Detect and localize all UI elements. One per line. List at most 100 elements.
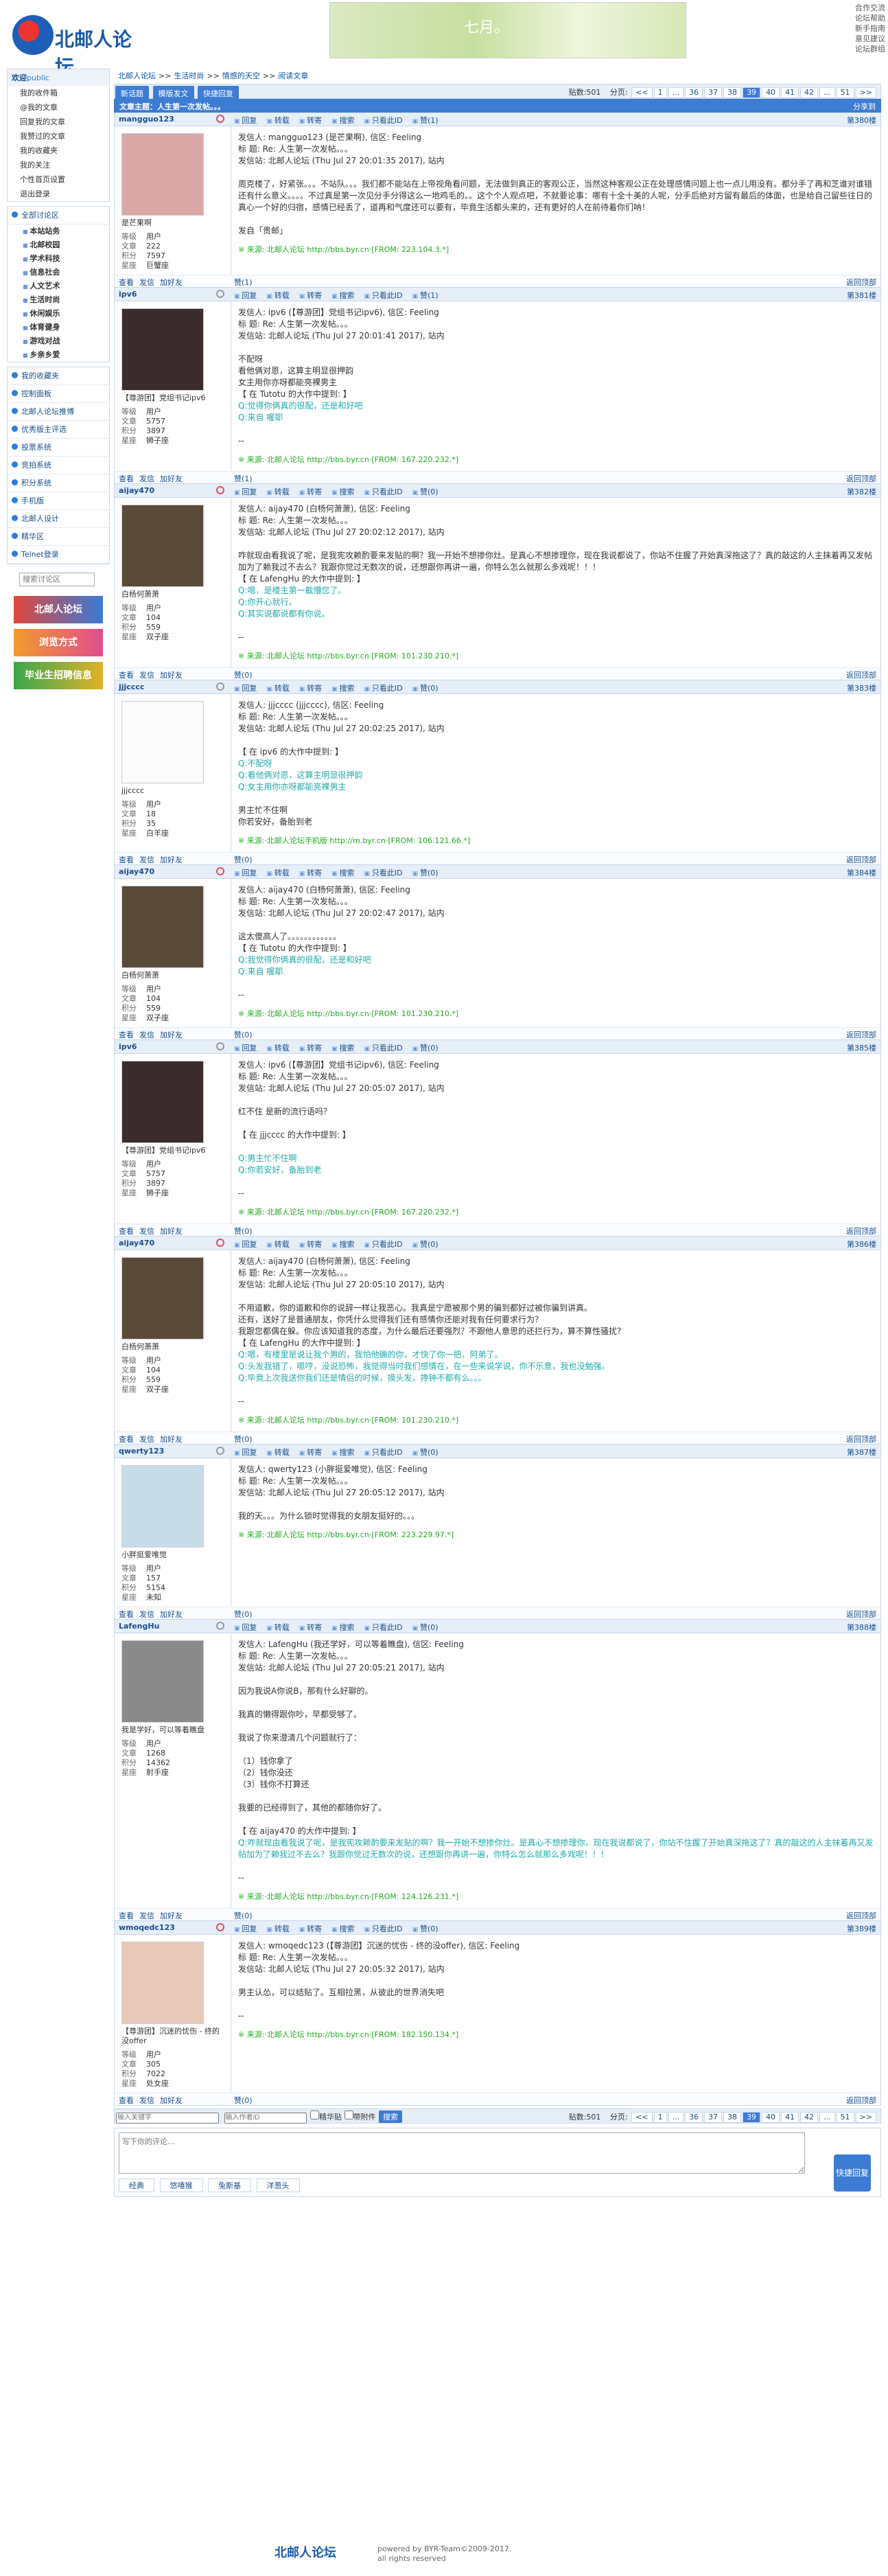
sidebar-group-item[interactable]: 手机版 (8, 492, 109, 510)
post-action-0[interactable]: 回复 (234, 869, 257, 877)
author-action[interactable]: 加好友 (160, 1031, 183, 1039)
section-link[interactable]: 学术科技 (8, 252, 109, 266)
avatar[interactable] (121, 308, 204, 391)
post-action-3[interactable]: 搜索 (331, 1240, 354, 1249)
all-sections[interactable]: 全部讨论区 (8, 207, 109, 225)
emoticon-tab[interactable]: 兔斯基 (208, 2178, 251, 2192)
post-action-1[interactable]: 转载 (266, 1448, 289, 1457)
author-action[interactable]: 发信 (139, 1031, 154, 1039)
post-action-3[interactable]: 搜索 (331, 291, 354, 300)
emoticon-tab[interactable]: 洋葱头 (256, 2178, 300, 2192)
page-link[interactable]: 41 (781, 87, 799, 98)
post-action-4[interactable]: 只看此ID (364, 291, 403, 300)
sidebar-group-item[interactable]: 我的收藏夹 (8, 367, 109, 385)
post-action-2[interactable]: 转寄 (299, 291, 322, 300)
post-action-1[interactable]: 转载 (266, 116, 289, 125)
digest-checkbox[interactable] (310, 2111, 319, 2119)
ad-banner-2[interactable]: 浏览方式 (14, 629, 103, 656)
page-link[interactable]: 40 (762, 2112, 780, 2123)
post-action-0[interactable]: 回复 (234, 291, 257, 300)
post-action-2[interactable]: 转寄 (299, 1448, 322, 1457)
post-action-5[interactable]: 赞(0) (412, 684, 439, 693)
section-link[interactable]: 生活时尚 (8, 293, 109, 307)
author-id-input[interactable] (224, 2112, 307, 2124)
section-link[interactable]: 游戏对战 (8, 334, 109, 348)
top-link[interactable]: 新手指南 (845, 23, 885, 34)
floor-number[interactable]: 第383楼 (847, 682, 876, 693)
post-action-4[interactable]: 只看此ID (364, 869, 403, 877)
submit-reply-button[interactable]: 快捷回复 (834, 2154, 871, 2192)
back-to-top-link[interactable]: 返回顶部 (846, 1434, 876, 1445)
attachment-checkbox[interactable] (344, 2111, 353, 2119)
floor-number[interactable]: 第384楼 (847, 867, 876, 878)
back-to-top-link[interactable]: 返回顶部 (846, 2095, 876, 2106)
avatar[interactable] (121, 1640, 204, 1723)
like-count[interactable]: 赞(0) (234, 1609, 253, 1620)
post-action-3[interactable]: 搜索 (331, 1044, 354, 1053)
share-label[interactable]: 分享到 (853, 101, 876, 112)
post-action-1[interactable]: 转载 (266, 869, 289, 877)
avatar[interactable] (121, 1942, 204, 2024)
post-action-2[interactable]: 转寄 (299, 116, 322, 125)
post-action-5[interactable]: 赞(1) (412, 291, 439, 300)
page-link[interactable]: 51 (836, 87, 854, 98)
emoticon-tab[interactable]: 悠嘻猴 (159, 2178, 203, 2192)
floor-number[interactable]: 第386楼 (847, 1239, 876, 1250)
user-link[interactable]: 退出登录 (8, 187, 109, 201)
post-action-3[interactable]: 搜索 (331, 1448, 354, 1457)
author-action[interactable]: 发信 (139, 474, 154, 483)
post-action-2[interactable]: 转寄 (299, 1924, 322, 1933)
sidebar-group-item[interactable]: 竞拍系统 (8, 457, 109, 474)
post-action-5[interactable]: 赞(0) (412, 869, 439, 877)
post-action-5[interactable]: 赞(1) (412, 116, 439, 125)
like-count[interactable]: 赞(0) (234, 1226, 253, 1237)
sidebar-group-item[interactable]: 精华区 (8, 528, 109, 546)
author-action[interactable]: 查看 (119, 1227, 134, 1236)
page-link[interactable]: 39 (743, 87, 761, 98)
page-link[interactable]: << (631, 2112, 653, 2123)
reply-textarea[interactable] (119, 2132, 805, 2174)
top-banner[interactable]: 七月。 (329, 2, 686, 58)
author-action[interactable]: 查看 (119, 1435, 134, 1444)
avatar[interactable] (121, 505, 204, 587)
post-action-4[interactable]: 只看此ID (364, 116, 403, 125)
author-action[interactable]: 查看 (119, 278, 134, 287)
post-action-0[interactable]: 回复 (234, 116, 257, 125)
post-action-5[interactable]: 赞(0) (412, 1623, 439, 1632)
user-link[interactable]: 我赞过的文章 (8, 129, 109, 143)
sidebar-group-item[interactable]: Telnet登录 (8, 546, 109, 564)
user-link[interactable]: 回复我的文章 (8, 115, 109, 129)
author-action[interactable]: 发信 (139, 855, 154, 864)
page-link[interactable]: 38 (723, 87, 742, 98)
like-count[interactable]: 赞(0) (234, 1029, 253, 1040)
top-link[interactable]: 论坛帮助 (845, 13, 885, 23)
section-link[interactable]: 人文艺术 (8, 279, 109, 293)
post-action-5[interactable]: 赞(0) (412, 1240, 439, 1249)
top-link[interactable]: 论坛群组 (845, 44, 885, 54)
floor-number[interactable]: 第389楼 (847, 1923, 876, 1934)
page-link[interactable]: 37 (704, 2112, 723, 2123)
page-link[interactable]: << (631, 87, 653, 98)
back-to-top-link[interactable]: 返回顶部 (846, 1029, 876, 1040)
back-to-top-link[interactable]: 返回顶部 (846, 1609, 876, 1620)
post-action-1[interactable]: 转载 (266, 291, 289, 300)
page-link[interactable]: 36 (685, 2112, 703, 2123)
author-action[interactable]: 发信 (139, 2096, 154, 2105)
page-link[interactable]: 39 (743, 2112, 761, 2123)
avatar[interactable] (121, 1465, 204, 1548)
floor-number[interactable]: 第387楼 (847, 1447, 876, 1458)
post-action-1[interactable]: 转载 (266, 1623, 289, 1632)
post-action-3[interactable]: 搜索 (331, 1924, 354, 1933)
post-author[interactable]: aijay470 (119, 486, 154, 495)
like-count[interactable]: 赞(1) (234, 277, 253, 288)
author-action[interactable]: 查看 (119, 1031, 134, 1039)
author-action[interactable]: 发信 (139, 671, 154, 680)
page-link[interactable]: 42 (800, 87, 819, 98)
ad-banner-1[interactable]: 北邮人论坛 (14, 596, 103, 623)
page-link[interactable]: 42 (800, 2112, 819, 2123)
breadcrumb-item[interactable]: 生活时尚 (174, 71, 204, 80)
author-action[interactable]: 发信 (139, 1227, 154, 1236)
post-action-0[interactable]: 回复 (234, 1924, 257, 1933)
user-link[interactable]: 我的关注 (8, 158, 109, 172)
author-action[interactable]: 查看 (119, 474, 134, 483)
